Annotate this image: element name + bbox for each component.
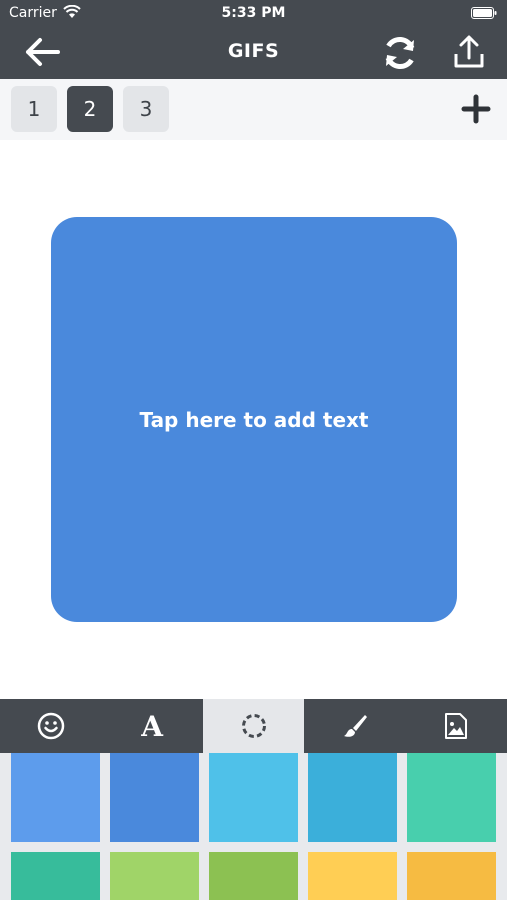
smiley-icon [37,712,64,740]
share-upload-icon[interactable] [452,34,486,70]
color-swatch[interactable] [110,852,199,900]
color-swatch[interactable] [407,852,496,900]
text-icon: A [141,709,163,743]
page-tab-label: 3 [139,97,153,121]
page-tab-label: 1 [27,97,41,121]
pages-bar: 1 2 3 [0,79,507,140]
color-swatch[interactable] [209,852,298,900]
tool-emoji[interactable] [0,699,101,753]
battery-icon [471,7,497,19]
brush-icon [343,715,367,737]
page-title: GIFS [227,40,280,62]
nav-bar: GIFS [0,26,507,79]
color-swatch[interactable] [308,753,397,842]
page-tab-label: 2 [83,97,97,121]
page-tab-3[interactable]: 3 [123,86,169,132]
color-swatch[interactable] [11,753,100,842]
image-icon [445,713,468,739]
tool-text[interactable]: A [101,699,202,753]
color-swatch[interactable] [209,753,298,842]
status-bar: Carrier 5:33 PM [0,0,507,26]
color-swatch[interactable] [407,753,496,842]
status-time: 5:33 PM [221,5,286,21]
add-page-plus-icon[interactable] [461,94,491,124]
color-swatch[interactable] [110,753,199,842]
tool-bar: A [0,699,507,753]
color-swatch-grid [0,753,507,900]
gif-canvas[interactable]: Tap here to add text [51,217,457,622]
tool-background[interactable] [202,699,305,753]
dashed-circle-icon [241,714,266,738]
color-swatch[interactable] [308,852,397,900]
page-tab-2[interactable]: 2 [67,86,113,132]
tool-image[interactable] [406,699,507,753]
page-tab-1[interactable]: 1 [11,86,57,132]
color-swatch[interactable] [11,852,100,900]
refresh-icon[interactable] [381,34,419,72]
add-text-hint: Tap here to add text [139,407,369,432]
tool-brush[interactable] [304,699,405,753]
